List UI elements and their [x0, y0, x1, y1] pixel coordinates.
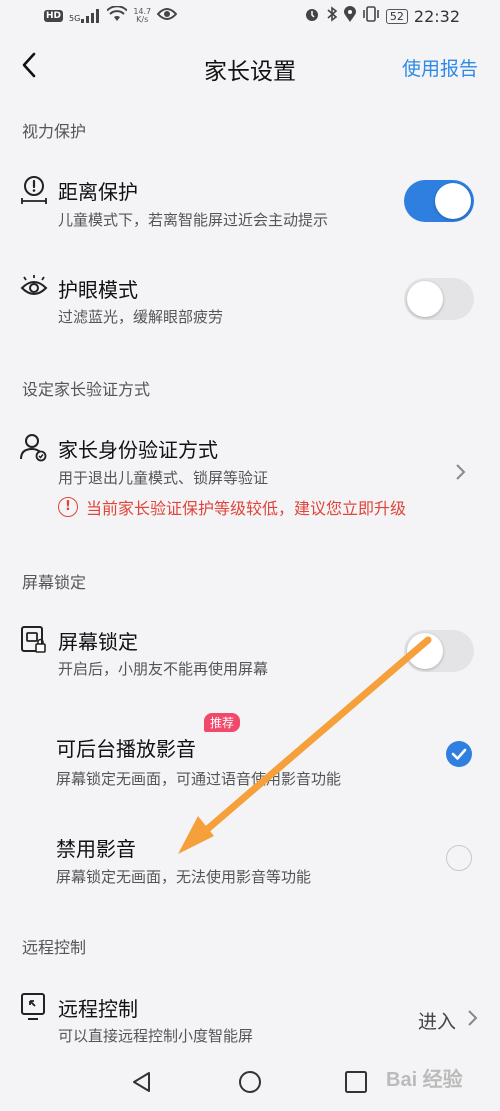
warning-circle-icon: ! — [58, 497, 78, 517]
verify-warning[interactable]: ! 当前家长验证保护等级较低，建议您立即升级 — [58, 495, 406, 519]
wifi-icon — [106, 5, 129, 26]
signal-label: 5G — [69, 14, 81, 23]
disable-media-title[interactable]: 禁用影音 — [56, 833, 136, 862]
chevron-right-icon[interactable] — [466, 1008, 480, 1034]
distance-protection-subtitle: 儿童模式下，若离智能屏过近会主动提示 — [58, 211, 329, 229]
section-parent-verify: 设定家长验证方式 — [22, 380, 151, 399]
remote-enter-link[interactable]: 进入 — [418, 1007, 456, 1034]
background-play-radio[interactable] — [446, 741, 472, 767]
circle-home-icon — [239, 1071, 261, 1093]
location-icon — [343, 6, 356, 26]
nav-back-button[interactable] — [130, 1070, 154, 1098]
alarm-icon — [304, 6, 320, 26]
speed-unit: K/s — [136, 15, 149, 24]
usage-report-link[interactable]: 使用报告 — [402, 54, 478, 81]
battery-indicator: 52 — [385, 8, 408, 24]
disable-media-radio[interactable] — [446, 845, 472, 871]
triangle-back-icon — [133, 1072, 150, 1092]
baidu-watermark: Bai 经验 — [386, 1056, 486, 1096]
remote-control-icon — [20, 992, 48, 1020]
background-play-subtitle: 屏幕锁定无画面，可通过语音使用影音功能 — [56, 770, 342, 788]
bluetooth-icon — [326, 6, 338, 26]
eye-care-subtitle: 过滤蓝光，缓解眼部疲劳 — [58, 308, 224, 326]
eye-icon — [20, 274, 48, 302]
app-header: 家长设置 使用报告 — [0, 34, 500, 98]
toggle-knob — [407, 633, 443, 669]
eye-care-title: 护眼模式 — [58, 278, 138, 302]
network-speed: 14.7 K/s — [133, 8, 151, 24]
clock: 22:32 — [413, 6, 460, 26]
status-bar: HD 5G 14.7 K/s 52 22:32 — [0, 0, 500, 34]
recommend-badge: 推荐 — [204, 713, 241, 732]
toggle-knob — [407, 281, 443, 317]
eye-status-icon — [156, 7, 178, 25]
screen-lock-title: 屏幕锁定 — [58, 630, 138, 654]
background-play-title[interactable]: 可后台播放影音 — [56, 733, 196, 762]
toggle-knob — [435, 183, 471, 219]
distance-protection-title: 距离保护 — [58, 180, 138, 204]
screen-lock-icon — [20, 625, 48, 653]
vibrate-icon — [362, 6, 380, 26]
remote-control-title[interactable]: 远程控制 — [58, 993, 138, 1022]
parent-verify-subtitle: 用于退出儿童模式、锁屏等验证 — [58, 469, 269, 487]
square-recents-icon — [345, 1071, 367, 1093]
status-left: HD 5G 14.7 K/s — [44, 5, 178, 26]
disable-media-subtitle: 屏幕锁定无画面，无法使用影音等功能 — [56, 868, 312, 886]
eye-care-toggle[interactable] — [404, 278, 474, 320]
section-screen-lock: 屏幕锁定 — [22, 573, 87, 592]
verify-warning-text: 当前家长验证保护等级较低，建议您立即升级 — [86, 499, 407, 518]
remote-control-subtitle: 可以直接远程控制小度智能屏 — [58, 1027, 254, 1045]
chevron-right-icon[interactable] — [454, 462, 468, 488]
user-verify-icon — [20, 432, 48, 462]
parent-verify-title[interactable]: 家长身份验证方式 — [58, 434, 218, 463]
screen-lock-subtitle: 开启后，小朋友不能再使用屏幕 — [58, 660, 269, 678]
distance-protection-toggle[interactable] — [404, 180, 474, 222]
nav-recents-button[interactable] — [344, 1070, 368, 1098]
section-remote-control: 远程控制 — [22, 938, 87, 957]
status-right: 52 22:32 — [304, 6, 460, 26]
watermark-text: Bai 经验 — [386, 1067, 463, 1091]
distance-alert-icon — [20, 175, 48, 204]
check-icon — [451, 748, 467, 760]
screen-lock-toggle[interactable] — [404, 630, 474, 672]
hd-indicator: HD — [44, 10, 64, 22]
section-vision-protection: 视力保护 — [22, 122, 87, 141]
signal-icon: 5G — [69, 9, 101, 23]
nav-home-button[interactable] — [238, 1070, 262, 1098]
